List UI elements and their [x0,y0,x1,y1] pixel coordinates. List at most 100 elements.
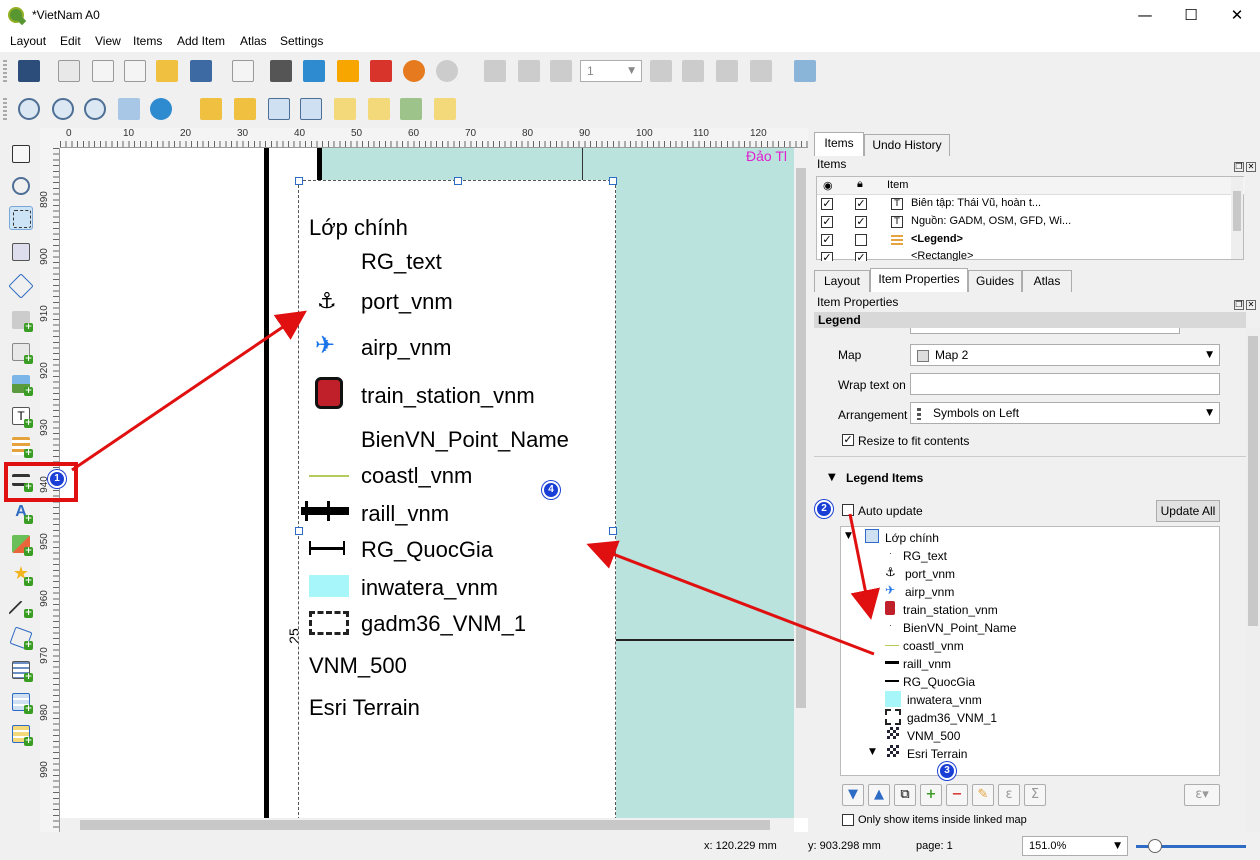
map-combo[interactable]: Map 2 ▼ [910,344,1220,366]
menu-edit[interactable]: Edit [60,34,81,48]
table-row[interactable]: ✓ <Legend> [817,231,1245,249]
table-row[interactable]: ✓ ✓ T Nguồn: GADM, OSM, GFD, Wi... [817,213,1245,231]
resize-handle[interactable] [609,177,617,185]
add-item-button[interactable]: + [920,784,942,806]
add-label-tool[interactable]: T + [9,404,33,428]
layout-canvas[interactable]: 0 10 20 30 40 50 60 70 80 90 100 110 120… [40,128,808,832]
layout-manager-icon[interactable] [124,60,146,82]
move-down-button[interactable]: ▼ [842,784,864,806]
add-polygon-tool[interactable]: + [9,626,33,650]
menu-atlas[interactable]: Atlas [240,34,267,48]
visible-checkbox[interactable]: ✓ [821,198,833,210]
tree-item[interactable]: BienVN_Point_Name [903,621,1016,635]
remove-item-button[interactable]: − [946,784,968,806]
close-icon[interactable]: ✕ [1246,300,1256,310]
zoom-out-icon[interactable] [52,98,74,120]
new-layout-icon[interactable] [58,60,80,82]
legend-items-tree[interactable]: ▼ Lớp chính · RG_text ⚓ port_vnm ✈ airp_… [840,526,1220,776]
unlock-items-icon[interactable] [234,98,256,120]
resize-handle[interactable] [295,177,303,185]
add-map-tool[interactable]: + [9,340,33,364]
add-legend-tool-alt[interactable]: + [9,434,33,458]
menu-layout[interactable]: Layout [10,34,46,48]
lock-checkbox[interactable]: ✓ [855,198,867,210]
items-scrollbar[interactable] [1231,177,1243,259]
last-feature-icon[interactable] [682,60,704,82]
auto-update-checkbox[interactable] [842,504,854,516]
edit-item-button[interactable]: ✎ [972,784,994,806]
move-content-tool[interactable] [9,240,33,264]
lock-items-icon[interactable] [200,98,222,120]
add-3d-map-tool[interactable]: + [9,308,33,332]
tree-item[interactable]: RG_QuocGia [903,675,975,689]
close-icon[interactable]: ✕ [1246,162,1256,172]
export-svg-icon[interactable] [337,60,359,82]
group-items-icon[interactable] [268,98,290,120]
visible-checkbox[interactable]: ✓ [821,216,833,228]
lock-checkbox[interactable]: ✓ [855,252,867,261]
atlas-page-combo[interactable]: 1 ▼ [580,60,642,82]
lock-checkbox[interactable]: ✓ [855,216,867,228]
minimize-button[interactable]: — [1122,0,1168,30]
vertical-scrollbar[interactable] [794,148,808,818]
filter-expression-button[interactable]: ε▾ [1184,784,1220,806]
zoom-combo[interactable]: 151.0% ▼ [1022,836,1128,856]
move-up-button[interactable]: ▲ [868,784,890,806]
tree-item[interactable]: coastl_vnm [903,639,964,653]
expression-button[interactable]: ε [998,784,1020,806]
lock-checkbox[interactable] [855,234,867,246]
close-button[interactable]: ✕ [1214,0,1260,30]
tree-item[interactable]: RG_text [903,549,947,563]
open-template-icon[interactable] [156,60,178,82]
properties-scrollbar[interactable] [1246,328,1260,832]
pan-tool[interactable] [9,142,33,166]
collapse-icon[interactable]: ▼ [869,747,876,757]
tab-layout[interactable]: Layout [814,270,870,292]
align-items-icon[interactable] [368,98,390,120]
scrollbar-thumb[interactable] [80,820,770,830]
new-page-icon[interactable] [232,60,254,82]
tree-item[interactable]: gadm36_VNM_1 [907,711,997,725]
distribute-items-icon[interactable] [400,98,422,120]
wrap-text-input[interactable] [910,373,1220,395]
select-move-tool[interactable] [9,206,33,230]
resize-handle[interactable] [609,527,617,535]
toolbar-grip[interactable] [3,98,7,120]
raise-items-icon[interactable] [334,98,356,120]
table-row[interactable]: ✓ ✓ T Biên tập: Thái Vũ, hoàn t... [817,195,1245,213]
undo-icon[interactable] [403,60,425,82]
tab-items[interactable]: Items [814,132,864,156]
menu-settings[interactable]: Settings [280,34,323,48]
add-arrow-tool[interactable]: + [8,594,34,626]
refresh-icon[interactable] [150,98,172,120]
add-marker-tool[interactable]: ★ + [9,562,33,586]
add-north-arrow-tool[interactable]: A + [9,500,33,524]
add-html-tool[interactable]: + [9,658,33,682]
tab-atlas[interactable]: Atlas [1022,270,1072,292]
tree-item[interactable]: raill_vnm [903,657,951,671]
tree-item[interactable]: train_station_vnm [903,603,998,617]
atlas-preview-icon[interactable] [484,60,506,82]
zoom-actual-icon[interactable] [84,98,106,120]
zoom-full-icon[interactable] [118,98,140,120]
horizontal-ruler[interactable]: 0 10 20 30 40 50 60 70 80 90 100 110 120 [60,128,808,148]
table-row[interactable]: ✓ ✓ <Rectangle> [817,249,1245,261]
tree-item[interactable]: port_vnm [905,567,955,581]
atlas-settings-icon[interactable] [794,60,816,82]
add-shape-tool[interactable]: + [9,532,33,556]
add-picture-tool[interactable]: + [9,372,33,396]
legend-item[interactable]: Lớp chính RG_text ⚓ port_vnm ✈ airp_vnm … [295,177,617,820]
visible-checkbox[interactable]: ✓ [821,252,833,261]
edit-nodes-tool[interactable] [8,273,34,299]
export-image-icon[interactable] [303,60,325,82]
resize-handle[interactable] [454,177,462,185]
toolbar-grip[interactable] [3,60,7,82]
horizontal-scrollbar[interactable] [60,818,794,832]
tab-guides[interactable]: Guides [968,270,1022,292]
visible-checkbox[interactable]: ✓ [821,234,833,246]
save-template-icon[interactable] [190,60,212,82]
resize-handle[interactable] [295,527,303,535]
export-pdf-icon[interactable] [370,60,392,82]
resize-items-icon[interactable] [434,98,456,120]
add-group-button[interactable]: ⧉ [894,784,916,806]
